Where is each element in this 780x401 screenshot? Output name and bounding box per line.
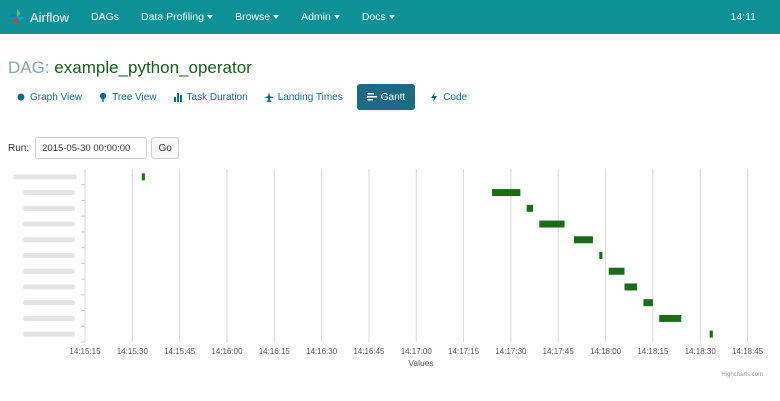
task-label-blurred — [23, 253, 75, 258]
gantt-bar — [608, 267, 625, 275]
nav-data-profiling[interactable]: Data Profiling — [141, 11, 214, 23]
brand-name: Airflow — [30, 9, 70, 25]
x-tick-label: 14:18:45 — [732, 347, 764, 356]
x-tick-label: 14:16:45 — [353, 347, 385, 356]
plane-icon — [263, 92, 274, 102]
gantt-bar — [709, 330, 713, 338]
gantt-bar — [539, 220, 565, 228]
task-label-blurred — [23, 190, 75, 196]
run-selector: Run: 2015-05-30 00:00:00 Go — [8, 137, 180, 159]
gantt-bar — [141, 173, 145, 181]
tab-code[interactable]: Code — [421, 84, 475, 110]
x-tick-label: 14:16:15 — [259, 347, 291, 356]
x-tick-label: 14:15:30 — [117, 347, 149, 356]
bolt-icon — [431, 92, 438, 102]
brand-link[interactable]: Airflow — [8, 8, 69, 26]
tab-tree-view-label: Tree View — [112, 91, 157, 103]
gantt-bar — [599, 252, 603, 259]
task-label-blurred — [13, 174, 77, 180]
highcharts-credit: Highcharts.com — [721, 372, 763, 378]
x-tick-label: 14:16:30 — [306, 347, 338, 356]
caret-down-icon — [333, 15, 340, 20]
tab-task-duration-label: Task Duration — [186, 91, 248, 103]
gantt-bar — [659, 314, 682, 322]
caret-down-icon — [207, 15, 214, 20]
run-label: Run: — [8, 142, 30, 154]
x-tick-label: 14:18:15 — [637, 347, 669, 356]
gantt-bar — [491, 189, 521, 197]
task-label-blurred — [23, 268, 75, 274]
gantt-bar — [643, 299, 653, 307]
x-tick-label: 14:17:45 — [543, 347, 575, 356]
x-tick-label: 14:17:30 — [495, 347, 527, 356]
task-label-blurred — [23, 315, 75, 321]
dag-name: example_python_operator — [54, 58, 252, 77]
x-axis-title: Values — [408, 358, 433, 368]
tree-icon — [99, 92, 107, 102]
tab-landing-times-label: Landing Times — [277, 91, 343, 103]
gantt-chart: 14:15:15 14:15:30 14:15:45 14:16:00 14:16:15… — [13, 169, 764, 378]
server-clock: 14:11 — [730, 11, 757, 23]
dag-view-tabs: Graph View Tree View Task Duration Landi… — [8, 84, 475, 110]
tab-landing-times[interactable]: Landing Times — [256, 84, 351, 110]
tab-graph-view[interactable]: Graph View — [8, 84, 90, 110]
task-label-blurred — [23, 205, 75, 211]
page-title: DAG: example_python_operator — [8, 58, 252, 78]
gantt-icon — [366, 93, 377, 101]
tab-tree-view[interactable]: Tree View — [90, 84, 164, 110]
nav-browse-label: Browse — [235, 11, 271, 23]
tab-task-duration[interactable]: Task Duration — [165, 84, 256, 110]
nav-browse[interactable]: Browse — [235, 11, 280, 23]
tab-code-label: Code — [443, 91, 468, 103]
caret-down-icon — [388, 15, 395, 20]
tab-gantt[interactable]: Gantt — [356, 84, 416, 110]
nav-data-profiling-label: Data Profiling — [141, 11, 205, 23]
gantt-bar — [526, 204, 533, 212]
nav-docs[interactable]: Docs — [362, 11, 395, 23]
nav-dags[interactable]: DAGs — [91, 11, 119, 23]
x-tick-label: 14:18:00 — [590, 347, 622, 356]
nav-admin-label: Admin — [301, 11, 331, 23]
top-navbar: Airflow DAGs Data Profiling Browse Admin… — [0, 0, 780, 34]
x-tick-label: 14:15:45 — [164, 347, 196, 356]
x-tick-label: 14:15:15 — [69, 347, 101, 356]
task-label-blurred — [23, 284, 75, 290]
x-tick-label: 14:17:15 — [448, 347, 480, 356]
nav-admin[interactable]: Admin — [301, 11, 340, 23]
task-label-blurred — [23, 331, 75, 337]
x-tick-label: 14:18:30 — [685, 347, 717, 356]
x-tick-label: 14:17:00 — [401, 347, 433, 356]
airflow-logo-icon — [8, 8, 26, 26]
task-label-blurred — [23, 300, 75, 306]
x-tick-label: 14:16:00 — [211, 347, 243, 356]
task-label-blurred — [23, 237, 75, 243]
caret-down-icon — [273, 15, 280, 20]
graph-icon — [17, 93, 25, 101]
tab-graph-view-label: Graph View — [30, 91, 83, 103]
task-label-blurred — [23, 221, 75, 227]
nav-dags-label: DAGs — [91, 11, 120, 23]
gantt-bar — [624, 283, 638, 291]
bar-chart-icon — [173, 93, 182, 102]
dag-prefix: DAG: — [8, 58, 50, 77]
tab-gantt-label: Gantt — [380, 91, 406, 103]
nav-docs-label: Docs — [361, 11, 386, 23]
go-button[interactable]: Go — [151, 137, 180, 159]
execution-date-input[interactable]: 2015-05-30 00:00:00 — [35, 137, 148, 159]
gantt-bar — [574, 236, 593, 244]
